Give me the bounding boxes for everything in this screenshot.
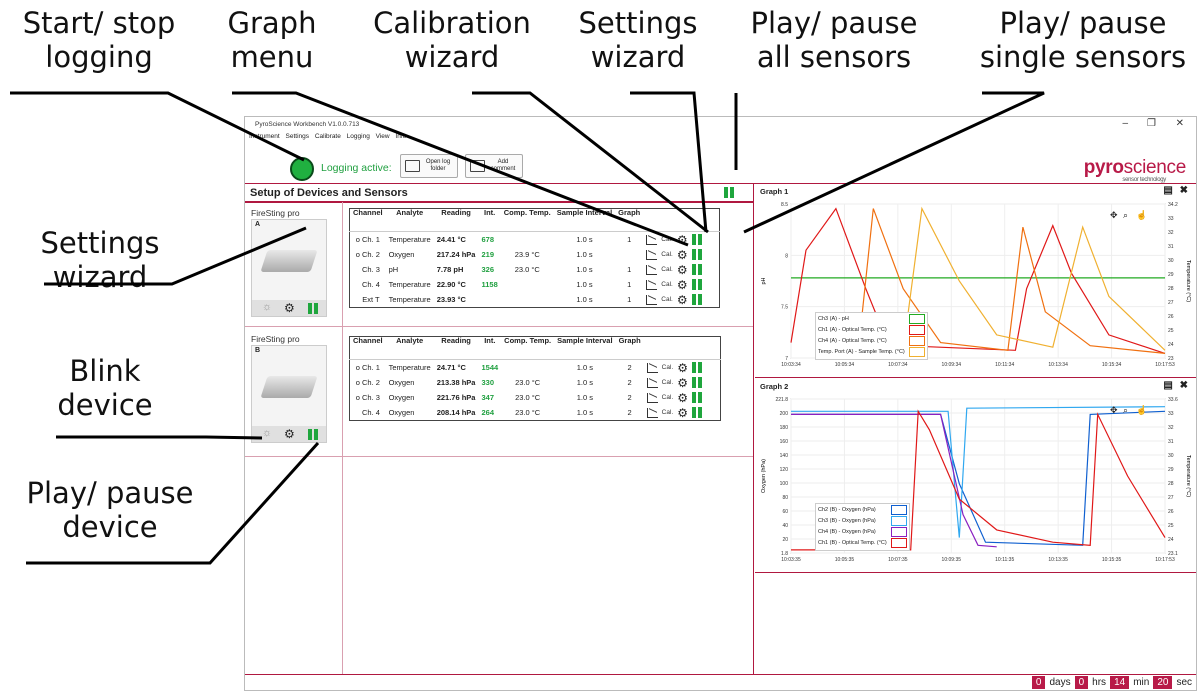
callout-leader-lines <box>10 91 1045 565</box>
